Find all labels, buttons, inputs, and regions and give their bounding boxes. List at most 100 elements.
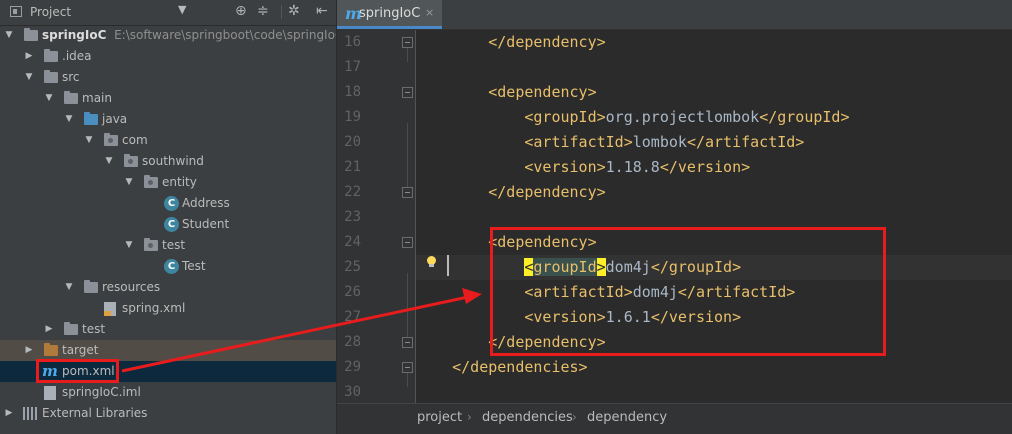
- line-number: 17: [344, 59, 361, 75]
- runnable-class-icon: C: [164, 259, 179, 274]
- tree-item-label: test: [162, 238, 186, 252]
- fold-icon[interactable]: [402, 87, 413, 98]
- tree-item-target[interactable]: ▶ target: [0, 340, 336, 361]
- code-line[interactable]: <groupId>org.projectlombok</groupId>: [416, 105, 1012, 130]
- code-line[interactable]: </dependency>: [416, 180, 1012, 205]
- code-line-text: <artifactId>lombok</artifactId>: [524, 133, 805, 151]
- code-line[interactable]: <dependency>: [416, 80, 1012, 105]
- tree-item-src[interactable]: ▼ src: [0, 67, 336, 88]
- fold-icon[interactable]: [402, 362, 413, 373]
- project-panel-title[interactable]: Project: [30, 5, 71, 19]
- tree-item-southwind[interactable]: ▼ southwind: [0, 151, 336, 172]
- toolbar-divider: [281, 5, 282, 19]
- tree-item-main[interactable]: ▼ main: [0, 88, 336, 109]
- tree-item-label: main: [82, 91, 112, 105]
- gear-icon[interactable]: ✲: [288, 3, 300, 19]
- tree-item-external-libraries[interactable]: ▶ External Libraries: [0, 403, 336, 424]
- line-number: 19: [344, 109, 361, 125]
- tree-item-label: southwind: [142, 154, 204, 168]
- excluded-folder-icon: [44, 343, 58, 356]
- module-file-icon: [44, 386, 56, 400]
- expand-arrow-icon[interactable]: ▶: [44, 319, 54, 340]
- tree-item-test-package[interactable]: ▼ test: [0, 235, 336, 256]
- line-number: 27: [344, 309, 361, 325]
- tree-item-label: entity: [162, 175, 197, 189]
- code-line-text: </dependencies>: [452, 358, 588, 376]
- project-icon: [10, 6, 22, 17]
- expand-arrow-icon[interactable]: ▼: [104, 151, 114, 172]
- code-line-text: <version>1.18.8</version>: [524, 158, 751, 176]
- breadcrumb-separator-icon: ›: [467, 410, 472, 424]
- expand-arrow-icon[interactable]: ▼: [64, 277, 74, 298]
- expand-arrow-icon[interactable]: ▼: [24, 67, 34, 88]
- code-line-text: <groupId>org.projectlombok</groupId>: [524, 108, 850, 126]
- tree-item-entity[interactable]: ▼ entity: [0, 172, 336, 193]
- tree-item-test-dir[interactable]: ▶ test: [0, 319, 336, 340]
- tree-item-iml[interactable]: springIoC.iml: [0, 382, 336, 403]
- package-icon: [144, 175, 158, 188]
- root-path: E:\software\springboot\code\springIoC: [114, 28, 336, 42]
- locate-icon[interactable]: ⊕: [235, 3, 247, 19]
- code-line-text: </dependency>: [488, 183, 606, 201]
- tree-item-java[interactable]: ▼ java: [0, 109, 336, 130]
- folder-icon: [64, 91, 78, 104]
- fold-icon[interactable]: [402, 37, 413, 48]
- expand-arrow-icon[interactable]: ▶: [4, 403, 14, 424]
- tree-item-resources[interactable]: ▼ resources: [0, 277, 336, 298]
- tree-item-spring-xml[interactable]: spring.xml: [0, 298, 336, 319]
- root-name: springIoC: [42, 28, 107, 42]
- code-line[interactable]: [416, 55, 1012, 80]
- breadcrumb-item[interactable]: dependencies: [482, 410, 573, 425]
- code-line[interactable]: </dependencies>: [416, 355, 1012, 380]
- folder-icon: [64, 322, 78, 335]
- tree-item-springioc[interactable]: ▼ springIoC E:\software\springboot\code\…: [0, 25, 336, 46]
- tree-item-label: Student: [182, 217, 230, 231]
- libraries-icon: [23, 407, 37, 420]
- code-line[interactable]: <version>1.18.8</version>: [416, 155, 1012, 180]
- expand-arrow-icon[interactable]: ▼: [44, 88, 54, 109]
- tree-item-label: test: [82, 322, 106, 336]
- expand-arrow-icon[interactable]: ▼: [124, 172, 134, 193]
- expand-arrow-icon[interactable]: ▼: [4, 25, 14, 46]
- folder-icon: [44, 49, 58, 62]
- expand-arrow-icon[interactable]: ▼: [124, 235, 134, 256]
- fold-icon[interactable]: [402, 337, 413, 348]
- fold-icon[interactable]: [402, 237, 413, 248]
- close-icon[interactable]: ×: [425, 6, 434, 19]
- tree-item-com[interactable]: ▼ com: [0, 130, 336, 151]
- tree-item-test-class[interactable]: C Test: [0, 256, 336, 277]
- breadcrumb-item[interactable]: project: [417, 410, 462, 425]
- tree-item-idea[interactable]: ▶ .idea: [0, 46, 336, 67]
- editor-tab-bar: m springIoC ×: [337, 0, 1012, 30]
- tree-item-student[interactable]: C Student: [0, 214, 336, 235]
- code-line-text: <dependency>: [488, 83, 597, 101]
- code-line-text: </dependency>: [488, 33, 606, 51]
- expand-arrow-icon[interactable]: ▶: [24, 46, 34, 67]
- code-line[interactable]: </dependency>: [416, 30, 1012, 55]
- code-line[interactable]: <artifactId>lombok</artifactId>: [416, 130, 1012, 155]
- tree-item-address[interactable]: C Address: [0, 193, 336, 214]
- tree-item-label: .idea: [62, 49, 92, 63]
- tab-springioc-pom[interactable]: m springIoC ×: [337, 0, 442, 29]
- annotation-box-pom: [36, 359, 119, 383]
- chevron-down-icon[interactable]: ▼: [178, 3, 186, 16]
- tree-item-label: target: [62, 343, 99, 357]
- breadcrumb: project › dependencies › dependency: [337, 403, 1012, 434]
- collapse-all-icon[interactable]: ≑: [257, 3, 269, 19]
- fold-guide: [407, 48, 408, 62]
- expand-arrow-icon[interactable]: ▶: [24, 340, 34, 361]
- module-folder-icon: [24, 28, 38, 41]
- xml-file-icon: [104, 302, 116, 316]
- lightbulb-icon[interactable]: [426, 256, 436, 268]
- line-number: 20: [344, 134, 361, 150]
- fold-guide: [407, 123, 408, 187]
- fold-icon[interactable]: [402, 187, 413, 198]
- line-number: 22: [344, 184, 361, 200]
- hide-icon[interactable]: ⇤: [316, 3, 328, 19]
- tree-item-label: src: [62, 70, 80, 84]
- expand-arrow-icon[interactable]: ▼: [84, 130, 94, 151]
- line-number: 29: [344, 359, 361, 375]
- expand-arrow-icon[interactable]: ▼: [64, 109, 74, 130]
- code-line[interactable]: [416, 380, 1012, 405]
- breadcrumb-item[interactable]: dependency: [587, 410, 667, 425]
